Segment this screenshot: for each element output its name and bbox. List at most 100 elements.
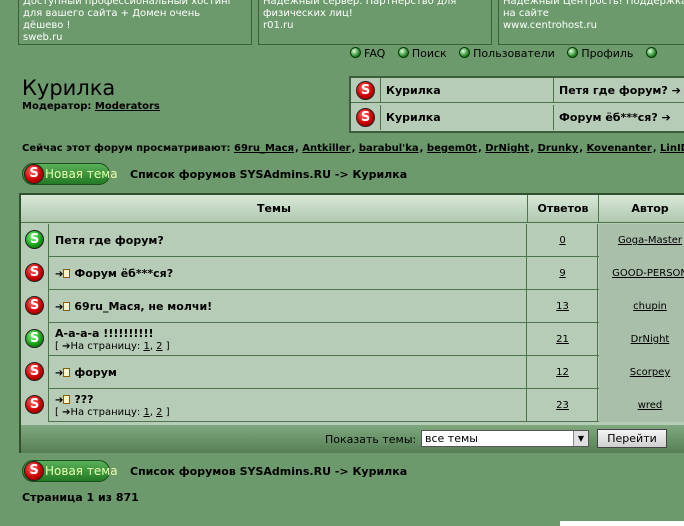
new-topic-button-bottom[interactable]: S Новая тема	[22, 460, 118, 482]
document-icon	[63, 302, 71, 311]
ad-url[interactable]: www.centrohost.ru	[503, 20, 683, 32]
profile-icon	[567, 47, 579, 58]
topic-replies[interactable]: 13	[556, 301, 569, 312]
topic-replies[interactable]: 9	[559, 268, 565, 279]
topic-title-text[interactable]: А-а-а-а !!!!!!!!!!	[55, 327, 153, 340]
topic-replies[interactable]: 0	[559, 235, 565, 246]
ad-box-centrohost[interactable]: Надёжный Центрость! Поддержка на сайте w…	[498, 0, 684, 45]
breadcrumb-bottom[interactable]: Список форумов SYSAdmins.RU -> Курилка	[130, 465, 407, 478]
table-row: S Петя где форум? 0 Goga-Master	[21, 224, 684, 257]
viewing-user[interactable]: DrNight	[485, 143, 529, 154]
viewing-user[interactable]: LinID	[660, 143, 684, 154]
nav-search-label: Поиск	[411, 47, 447, 60]
ad-line: дёшево !	[23, 20, 71, 31]
recent-forum[interactable]: Курилка	[382, 105, 554, 130]
page-link[interactable]: 2	[156, 341, 162, 352]
users-icon	[459, 47, 471, 58]
moved-arrow-icon: ➔	[55, 269, 64, 280]
faq-icon	[350, 47, 361, 58]
recent-topic[interactable]: Форум ёб***ся? ➔	[555, 105, 684, 130]
topic-title-text[interactable]: 69ru_Мася, не молчи!	[74, 300, 212, 313]
nav-users[interactable]: Пользователи	[459, 47, 555, 60]
topic-status-icon: S	[25, 395, 44, 414]
recent-topic[interactable]: Петя где форум? ➔	[555, 78, 684, 103]
topic-author[interactable]: DrNight	[631, 334, 670, 345]
topic-author[interactable]: GOOD-PERSON	[612, 268, 684, 279]
nav-profile-label: Профиль	[581, 47, 634, 60]
ad-url[interactable]: r01.ru	[263, 20, 487, 32]
show-topics-label: Показать темы:	[325, 433, 417, 446]
new-topic-icon: S	[24, 164, 44, 184]
topic-replies[interactable]: 23	[556, 400, 569, 411]
viewing-user[interactable]: begem0t	[427, 143, 477, 154]
table-row: S ➔??? [ ➔На страницу: 1, 2 ] 23 wred	[21, 389, 684, 422]
messages-icon	[645, 47, 657, 58]
nav-search[interactable]: Поиск	[397, 47, 447, 60]
topic-title-text[interactable]: ???	[74, 393, 93, 406]
recent-row[interactable]: S Курилка Петя где форум? ➔	[351, 78, 684, 103]
topic-title-text[interactable]: форум	[74, 366, 117, 379]
page-link[interactable]: 1	[143, 341, 149, 352]
topic-title[interactable]: ➔??? [ ➔На страницу: 1, 2 ]	[50, 389, 527, 422]
document-icon	[63, 269, 71, 278]
topic-title[interactable]: ➔ форум	[50, 356, 527, 389]
new-topic-button[interactable]: S Новая тема	[22, 163, 118, 185]
recent-icon-cell: S	[351, 105, 381, 130]
page-link[interactable]: 1	[143, 407, 149, 418]
recent-forum[interactable]: Курилка	[382, 78, 554, 103]
viewing-label: Сейчас этот форум просматривают:	[22, 143, 231, 154]
ad-line: Надёжный Центрость! Поддержка	[503, 0, 684, 7]
header-author: Автор	[631, 202, 669, 215]
page-link[interactable]: 2	[156, 407, 162, 418]
new-topic-label: Новая тема	[45, 167, 118, 181]
new-topic-icon: S	[24, 461, 44, 481]
topic-title[interactable]: ➔ Форум ёб***ся?	[50, 257, 527, 290]
viewing-user[interactable]: Antkiller	[302, 143, 350, 154]
show-topics-value: все темы	[425, 432, 478, 445]
topic-title-text[interactable]: Форум ёб***ся?	[74, 267, 173, 280]
header-replies: Ответов	[528, 195, 599, 223]
table-row: S ➔ форум 12 Scorpey	[21, 356, 684, 389]
chevron-down-icon[interactable]: ▼	[573, 431, 588, 446]
ad-url[interactable]: sweb.ru	[23, 32, 247, 44]
nav-faq[interactable]: FAQ	[350, 47, 385, 60]
table-row: S ➔ Форум ёб***ся? 9 GOOD-PERSON	[21, 257, 684, 290]
ad-line: на сайте	[503, 8, 549, 19]
breadcrumb[interactable]: Список форумов SYSAdmins.RU -> Курилка	[130, 168, 407, 181]
moderator-line: Модератор: Moderators	[22, 101, 160, 112]
show-topics-select[interactable]: все темы ▼	[421, 430, 589, 447]
topic-title[interactable]: А-а-а-а !!!!!!!!!! [ ➔На страницу: 1, 2 …	[50, 323, 527, 356]
new-topic-label: Новая тема	[45, 464, 118, 478]
nav-messages[interactable]	[645, 47, 660, 60]
pages-label: На страницу:	[70, 407, 141, 418]
topic-status-icon: S	[25, 263, 44, 282]
page-title: Курилка	[22, 76, 116, 100]
topic-replies[interactable]: 21	[556, 334, 569, 345]
viewing-user[interactable]: Drunky	[538, 143, 579, 154]
recent-row[interactable]: S Курилка Форум ёб***ся? ➔	[351, 105, 684, 130]
header-topics: Темы	[21, 195, 528, 223]
topic-pages: [ ➔На страницу: 1, 2 ]	[55, 341, 170, 352]
topic-replies[interactable]: 12	[556, 367, 569, 378]
topic-title[interactable]: ➔ 69ru_Мася, не молчи!	[50, 290, 527, 323]
table-header: Темы Ответов Автор	[21, 195, 684, 223]
status-strip	[560, 521, 684, 526]
go-button[interactable]: Перейти	[597, 429, 667, 448]
table-row: S ➔ 69ru_Мася, не молчи! 13 chupin	[21, 290, 684, 323]
topic-author[interactable]: wred	[638, 400, 663, 411]
topic-title[interactable]: Петя где форум?	[50, 224, 527, 257]
topic-author[interactable]: Goga-Master	[618, 235, 682, 246]
moderator-link[interactable]: Moderators	[95, 101, 160, 112]
moved-arrow-icon: ➔	[55, 368, 64, 379]
topic-author[interactable]: chupin	[633, 301, 667, 312]
ad-box-r01[interactable]: Надёжный сервер. Партнерство для физичес…	[258, 0, 492, 45]
topic-title-text[interactable]: Петя где форум?	[55, 234, 164, 247]
ad-box-sweb[interactable]: Доступный профессиональный хостинг для в…	[18, 0, 252, 45]
viewing-user[interactable]: Kovenanter	[587, 143, 652, 154]
recent-icon-cell: S	[351, 78, 381, 103]
nav-profile[interactable]: Профиль	[567, 47, 633, 60]
viewing-user[interactable]: 69ru_Мася	[234, 143, 294, 154]
viewing-user[interactable]: barabul'ka	[359, 143, 419, 154]
topic-status-icon: S	[25, 362, 44, 381]
topic-author[interactable]: Scorpey	[630, 367, 671, 378]
